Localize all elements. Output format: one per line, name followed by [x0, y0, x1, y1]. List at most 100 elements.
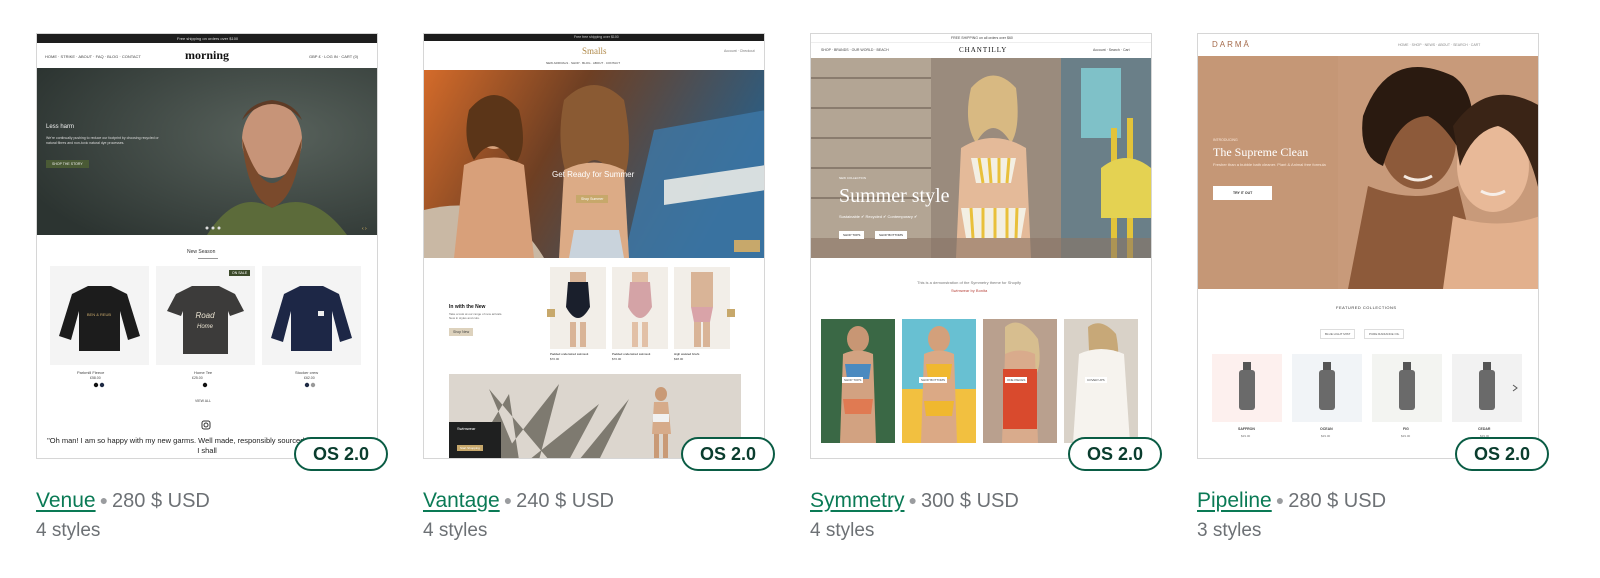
nav-links[interactable]: SHOP · BRANDS · OUR WORLD · BEACH	[821, 48, 889, 52]
theme-card-venue: Free shipping on orders over $100 HOME ·…	[36, 33, 388, 544]
product-name[interactable]: SAFFRON	[1238, 427, 1255, 431]
product-image[interactable]	[262, 266, 361, 365]
product-price: $29.00	[1321, 434, 1331, 438]
collection-tile[interactable]: SHOP BOTTOMS	[902, 319, 976, 443]
product-name[interactable]: Padded underwired swimsuit	[612, 352, 650, 356]
theme-styles-count: 3 styles	[1197, 520, 1262, 541]
product-image[interactable]	[550, 267, 606, 349]
separator-dot: ●	[1275, 492, 1285, 508]
product-name[interactable]: CEDAR	[1478, 427, 1490, 431]
section-text: Take a look at our range of new arrivals…	[449, 312, 503, 320]
hero-subheading: Sustainable ✔ Recycled ✔ Contemporary ✔	[839, 214, 918, 219]
product-name[interactable]: Padded underwired swimsuit	[550, 352, 588, 356]
theme-preview-pipeline[interactable]: DARMĀ HOME · SHOP · NEWS · ABOUT · SEARC…	[1197, 33, 1539, 459]
demo-credit[interactable]: Swimwear by Bonita	[951, 288, 987, 293]
sale-badge: ON SALE	[229, 270, 251, 276]
svg-text:‹ ›: ‹ ›	[362, 226, 367, 232]
section-title: New Season	[187, 249, 216, 255]
product-price: £25.00	[192, 376, 203, 380]
theme-preview-vantage[interactable]: Free free shipping over $100 Smalls NEW …	[423, 33, 765, 459]
svg-text:BEN & REUB: BEN & REUB	[87, 312, 112, 317]
collection-tile[interactable]: COVER UPS	[1064, 319, 1138, 443]
svg-text:Home: Home	[197, 324, 214, 330]
announcement-bar: Free shipping on orders over $100	[37, 34, 377, 43]
tile-label: ONE PIECES	[1005, 377, 1028, 383]
shop-tops-button[interactable]: SHOP TOPS	[839, 231, 865, 239]
banner-heading: Swimwear	[457, 426, 476, 431]
nav-links[interactable]: NEW ARRIVALS · SHOP · BLOG · ABOUT · CON…	[546, 61, 620, 65]
account-links[interactable]: Account · Checkout	[724, 49, 755, 53]
product-image[interactable]	[1292, 354, 1362, 422]
theme-meta: Vantage ● 240 $ USD 4 styles	[423, 487, 765, 544]
product-price: $70.00	[612, 357, 622, 361]
section-button[interactable]: Shop New	[449, 328, 474, 336]
brand-logo[interactable]: morning	[185, 48, 229, 63]
nav-links[interactable]: HOME · SHOP · NEWS · ABOUT · SEARCH · CA…	[1398, 43, 1480, 47]
theme-name-link[interactable]: Venue	[36, 489, 96, 512]
hero-image: Get Ready for Summer Shop Summer	[424, 70, 764, 258]
collection-filter[interactable]: BLUE LIGHT MIST	[1320, 329, 1356, 339]
theme-meta: Symmetry ● 300 $ USD 4 styles	[810, 487, 1152, 544]
announcement-text: FREE SHIPPING on all orders over $60	[951, 36, 1013, 40]
product-image[interactable]	[674, 267, 730, 349]
hero-heading: Get Ready for Summer	[552, 170, 635, 179]
hero-heading: Less harm	[46, 124, 75, 130]
nav-links[interactable]: HOME · STRIKE · ABOUT · FAQ · BLOG · CON…	[45, 54, 141, 59]
product-image[interactable]: Road Home ON SALE	[156, 266, 255, 365]
hero-button[interactable]: TRY IT OUT	[1213, 186, 1273, 200]
theme-price: 300 $ USD	[920, 490, 1019, 512]
brand-logo[interactable]: Smalls	[582, 46, 607, 56]
theme-name-link[interactable]: Pipeline	[1197, 489, 1272, 512]
separator-dot: ●	[503, 492, 513, 508]
separator-dot: ●	[908, 492, 917, 508]
product-image[interactable]	[1372, 354, 1442, 422]
theme-meta: Venue ● 280 $ USD 4 styles	[36, 487, 378, 544]
shop-bottoms-button[interactable]: SHOP BOTTOMS	[875, 231, 908, 239]
os2-badge: OS 2.0	[1455, 437, 1549, 471]
os2-badge: OS 2.0	[681, 437, 775, 471]
theme-card-vantage: Free free shipping over $100 Smalls NEW …	[423, 33, 775, 544]
product-image[interactable]	[612, 267, 668, 349]
product-name[interactable]: Stocker crew	[295, 370, 318, 375]
announcement-bar: Free free shipping over $100	[424, 34, 764, 41]
header: Smalls NEW ARRIVALS · SHOP · BLOG · ABOU…	[424, 41, 764, 68]
theme-preview-venue[interactable]: Free shipping on orders over $100 HOME ·…	[36, 33, 378, 459]
announcement-bar: FREE SHIPPING on all orders over $60	[811, 34, 1151, 43]
chevron-right-icon[interactable]	[1512, 384, 1518, 392]
product-image[interactable]: BEN & REUB	[50, 266, 149, 365]
banner-button[interactable]: Start Shopping	[457, 445, 483, 451]
announcement-text: Free shipping on orders over $100	[177, 36, 239, 41]
tile-label: SHOP BOTTOMS	[919, 377, 948, 383]
os2-badge: OS 2.0	[294, 437, 388, 471]
hero-button[interactable]: Shop Summer	[576, 195, 609, 203]
collection-filter[interactable]: PURE RADIANCE OIL	[1364, 329, 1405, 339]
product-name[interactable]: OCEAN	[1320, 427, 1333, 431]
brand-logo[interactable]: CHANTILLY	[959, 46, 1007, 54]
instagram-icon[interactable]	[201, 420, 211, 430]
hero-kicker: NEW COLLECTION	[839, 176, 867, 180]
theme-preview-symmetry[interactable]: FREE SHIPPING on all orders over $60 SHO…	[810, 33, 1152, 459]
section-heading: In with the New	[449, 304, 486, 310]
hero-button[interactable]: SHOP THE STORY	[46, 160, 89, 168]
view-all-link[interactable]: VIEW ALL	[195, 399, 211, 403]
theme-card-symmetry: FREE SHIPPING on all orders over $60 SHO…	[810, 33, 1162, 544]
hero-kicker: INTRODUCING	[1213, 138, 1238, 142]
theme-price: 280 $ USD	[112, 490, 210, 512]
product-name[interactable]: Home Tee	[194, 370, 212, 375]
announcement-text: Free free shipping over $100	[574, 35, 619, 39]
tile-label: COVER UPS	[1085, 377, 1107, 383]
account-links[interactable]: Account · Search · Cart	[1093, 48, 1130, 52]
theme-name-link[interactable]: Vantage	[423, 489, 500, 512]
product-name[interactable]: Parkmill Fleece	[77, 370, 104, 375]
collection-tile[interactable]: SHOP TOPS	[821, 319, 895, 443]
header: SHOP · BRANDS · OUR WORLD · BEACH CHANTI…	[811, 43, 1151, 58]
theme-name-link[interactable]: Symmetry	[810, 489, 905, 512]
theme-price: 240 $ USD	[516, 490, 614, 512]
collection-tile[interactable]: ONE PIECES	[983, 319, 1057, 443]
product-image[interactable]	[1212, 354, 1282, 422]
product-name[interactable]: High waisted briefs	[674, 352, 699, 356]
os2-badge: OS 2.0	[1068, 437, 1162, 471]
product-name[interactable]: FIG	[1403, 427, 1409, 431]
account-links[interactable]: GBP £ · LOG IN · CART (0)	[309, 54, 358, 59]
brand-logo[interactable]: DARMĀ	[1212, 40, 1251, 49]
